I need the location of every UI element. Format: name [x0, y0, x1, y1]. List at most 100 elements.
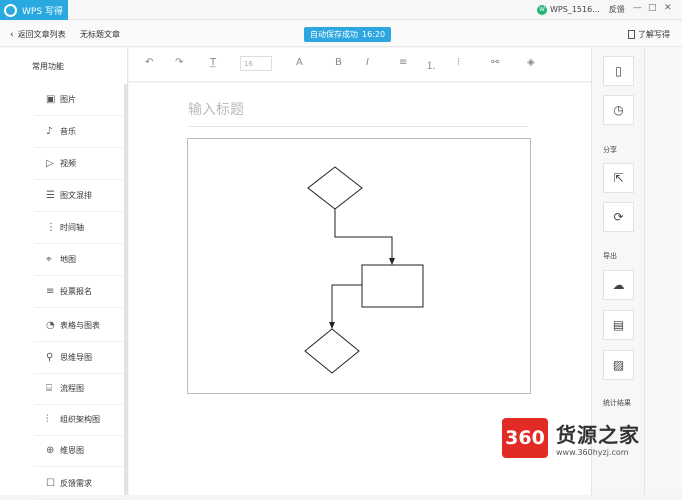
connector-arrow-1	[334, 209, 393, 263]
flowchart-canvas[interactable]	[187, 138, 531, 394]
sidebar-item-org-chart[interactable]: ⫶ 组织架构图	[34, 404, 124, 436]
font-color-icon[interactable]: A	[296, 57, 303, 68]
video-icon: ▷	[46, 158, 54, 169]
autosave-time: 16:20	[362, 30, 386, 39]
mindmap-icon: ⚲	[46, 352, 54, 363]
image-icon: ▣	[46, 94, 56, 105]
sidebar-item-label: 图片	[60, 95, 76, 104]
export-doc-button[interactable]: ▤	[603, 310, 634, 340]
music-icon: ♪	[46, 126, 53, 137]
close-icon[interactable]: ✕	[664, 3, 672, 13]
sidebar-item-layout[interactable]: ☰ 图文混排	[34, 180, 124, 212]
link-icon[interactable]: ⚯	[491, 57, 499, 68]
title-bar: WPS 写得 W WPS_1516... 反馈 — □ ✕	[0, 0, 682, 20]
watermark-logo: 360	[502, 418, 548, 458]
timeline-icon: ⋮	[46, 222, 56, 233]
fill-color-icon[interactable]: ◈	[527, 57, 535, 68]
doc-name: 无标题文章	[80, 30, 120, 39]
share-icon: ⇱	[613, 171, 624, 185]
format-toolbar: ↶ ↷ T̲ 16 A B I ≡ ⒈ ⁝ ⚯ ◈	[129, 48, 591, 82]
sidebar-item-label: 视频	[60, 159, 76, 168]
cloud-icon: ☁	[612, 278, 625, 292]
avatar[interactable]: W	[537, 4, 547, 15]
user-info[interactable]: W WPS_1516... 反馈	[537, 4, 625, 15]
sidebar-item-chart[interactable]: ◔ 表格与图表	[34, 310, 124, 342]
history-button[interactable]: ◷	[603, 95, 634, 125]
process-box[interactable]	[361, 264, 424, 308]
sidebar-item-mindmap[interactable]: ⚲ 思维导图	[34, 342, 124, 374]
sync-button[interactable]: ⟳	[603, 202, 634, 232]
layout-icon: ☰	[46, 190, 55, 201]
wps-logo-icon	[4, 3, 17, 17]
clock-icon: ◷	[613, 103, 624, 117]
export-image-button[interactable]: ▨	[603, 350, 634, 380]
sidebar-item-label: 图文混排	[60, 191, 92, 200]
sidebar-item-image[interactable]: ▣ 图片	[34, 84, 124, 116]
sidebar-item-label: 音乐	[60, 127, 76, 136]
chevron-left-icon: ‹	[10, 29, 14, 40]
decision-diamond-bottom[interactable]	[304, 328, 360, 374]
vote-icon: ≡	[46, 286, 55, 297]
sidebar-item-vote[interactable]: ≡ 投票报名	[34, 276, 124, 308]
sidebar-scrollbar[interactable]	[124, 84, 128, 495]
ordered-list-icon[interactable]: ⒈	[426, 57, 436, 72]
unordered-list-icon[interactable]: ⁝	[457, 57, 460, 68]
align-icon[interactable]: ≡	[399, 57, 407, 68]
sidebar-item-timeline[interactable]: ⋮ 时间轴	[34, 212, 124, 244]
title-input[interactable]: 输入标题	[188, 99, 528, 127]
sidebar-item-label: 表格与图表	[60, 321, 100, 330]
back-to-list-button[interactable]: ‹ 返回文章列表	[10, 29, 66, 40]
arrowhead-2	[329, 322, 335, 329]
chart-icon: ◔	[46, 320, 55, 331]
doc-header: ‹ 返回文章列表 无标题文章 自动保存成功 16:20 了解写得	[0, 21, 682, 47]
watermark: 360 货源之家 www.360hyzj.com	[502, 418, 640, 458]
sidebar-item-label: 维恩图	[60, 446, 84, 455]
feedback-link[interactable]: 反馈	[609, 4, 625, 15]
watermark-url: www.360hyzj.com	[556, 448, 629, 457]
learn-link[interactable]: 了解写得	[628, 29, 670, 40]
decision-diamond-top[interactable]	[307, 166, 363, 210]
autosave-badge: 自动保存成功 16:20	[304, 27, 392, 42]
arrowhead-1	[389, 258, 395, 265]
bold-icon[interactable]: B	[335, 57, 342, 68]
sidebar-item-label: 思维导图	[60, 353, 92, 362]
font-size-select[interactable]: 16	[240, 56, 272, 71]
back-label: 返回文章列表	[17, 30, 66, 39]
minimize-icon[interactable]: —	[633, 3, 642, 13]
sidebar-item-label: 投票报名	[60, 287, 92, 296]
org-chart-icon: ⫶	[46, 414, 49, 425]
app-name: WPS 写得	[22, 6, 63, 17]
phone-preview-button[interactable]: ▯	[603, 56, 634, 86]
phone-icon: ▯	[615, 64, 622, 78]
sidebar-item-feedback[interactable]: ☐ 反馈需求	[34, 468, 124, 500]
export-cloud-button[interactable]: ☁	[603, 270, 634, 300]
sidebar-item-video[interactable]: ▷ 视频	[34, 148, 124, 180]
sidebar-item-music[interactable]: ♪ 音乐	[34, 116, 124, 148]
sidebar-item-map[interactable]: ⌖ 地图	[34, 244, 124, 276]
sidebar-item-venn[interactable]: ⊕ 维恩图	[34, 435, 124, 467]
heading-icon[interactable]: T̲	[210, 57, 216, 68]
document-icon: ▤	[612, 318, 625, 332]
sidebar-item-label: 地图	[60, 255, 76, 264]
undo-icon[interactable]: ↶	[145, 57, 153, 68]
sidebar-item-label: 反馈需求	[60, 479, 92, 488]
feedback-icon: ☐	[46, 478, 55, 489]
autosave-text: 自动保存成功	[310, 30, 358, 39]
redo-icon[interactable]: ↷	[175, 57, 183, 68]
app-badge: WPS 写得	[0, 0, 68, 20]
share-link-button[interactable]: ⇱	[603, 163, 634, 193]
sidebar-item-label: 流程图	[60, 384, 84, 393]
sync-icon: ⟳	[613, 210, 624, 224]
learn-label: 了解写得	[638, 30, 670, 39]
share-section-label: 分享	[603, 146, 617, 154]
italic-icon[interactable]: I	[366, 57, 369, 68]
flowchart-drawing	[304, 166, 424, 374]
user-name[interactable]: WPS_1516...	[550, 5, 600, 14]
export-section-label: 导出	[603, 252, 617, 260]
map-pin-icon: ⌖	[46, 254, 52, 265]
stats-section-label: 统计结果	[603, 399, 631, 407]
watermark-text-block: 货源之家 www.360hyzj.com	[556, 419, 640, 457]
sidebar: 常用功能 ▣ 图片 ♪ 音乐 ▷ 视频 ☰ 图文混排 ⋮ 时间轴 ⌖ 地图 ≡ 投票报名 ◔ 表…	[0, 48, 128, 500]
sidebar-item-flowchart[interactable]: ⌸ 流程图	[34, 373, 124, 405]
maximize-icon[interactable]: □	[648, 3, 657, 13]
